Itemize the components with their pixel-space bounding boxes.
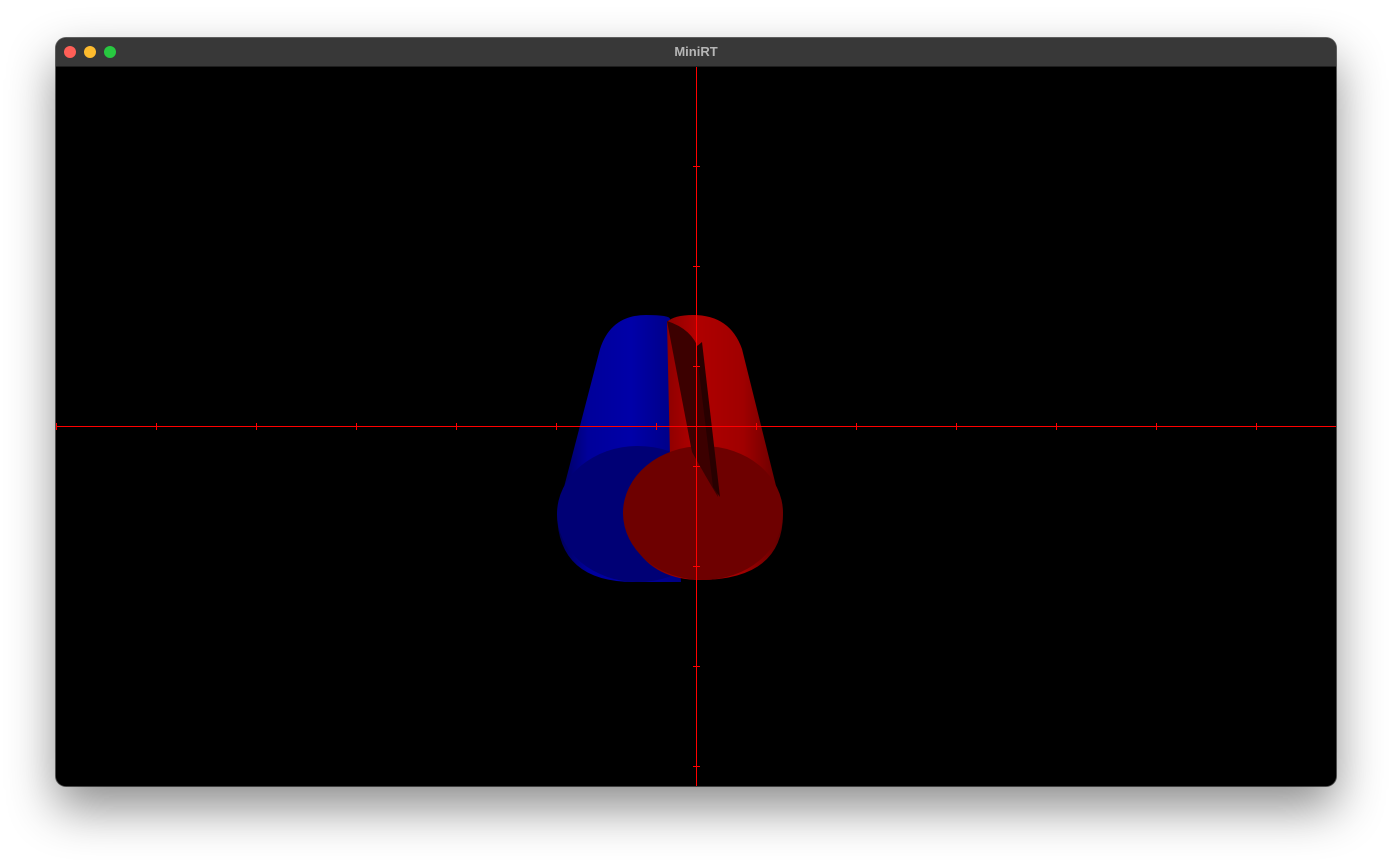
minirt-window: MiniRT xyxy=(56,38,1336,786)
axis-overlay xyxy=(56,67,1336,786)
window-title: MiniRT xyxy=(674,44,718,59)
title-bar[interactable]: MiniRT xyxy=(56,38,1336,67)
scene-render xyxy=(56,67,1336,786)
render-viewport[interactable] xyxy=(56,67,1336,786)
